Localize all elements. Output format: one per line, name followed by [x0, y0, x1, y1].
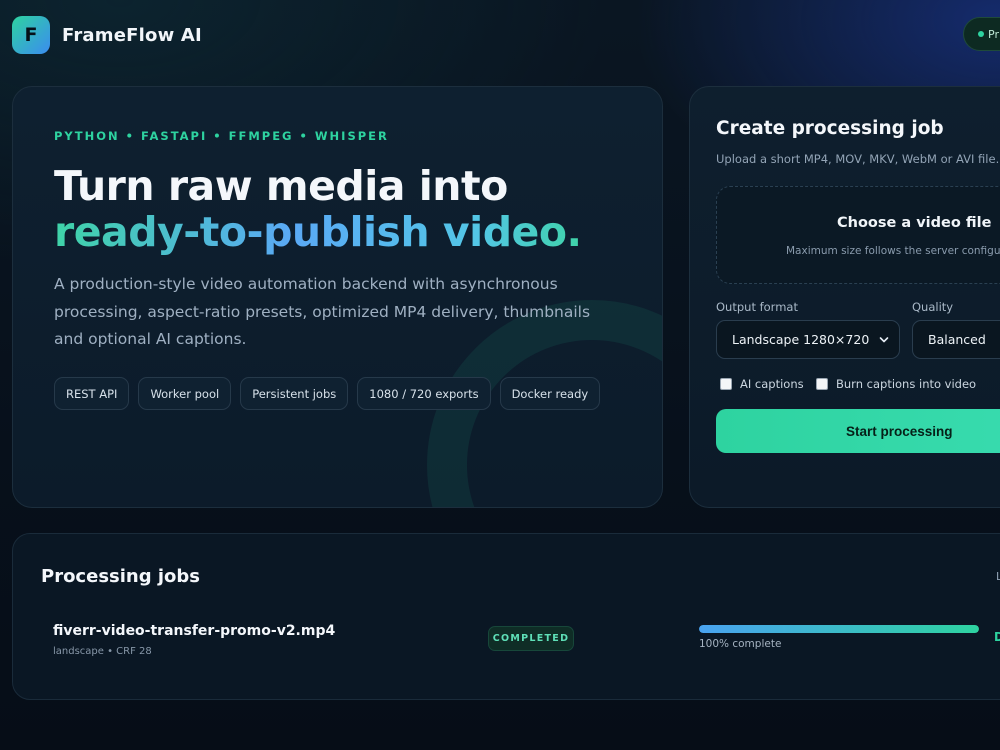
- hero-title: Turn raw media into ready-to-publish vid…: [54, 163, 654, 255]
- chip-worker-pool: Worker pool: [138, 377, 232, 410]
- hero-title-line2: ready-to-publish video.: [54, 208, 582, 256]
- output-format-select[interactable]: Landscape 1280×720: [716, 320, 900, 359]
- chevron-down-icon: [879, 337, 889, 343]
- hero-title-line1: Turn raw media into: [54, 162, 508, 210]
- jobs-more-link[interactable]: L: [996, 570, 1000, 583]
- app-logo-icon: F: [12, 16, 50, 54]
- video-dropzone[interactable]: Choose a video file Maximum size follows…: [716, 186, 1000, 284]
- status-badge: COMPLETED: [488, 626, 574, 651]
- chip-rest-api: REST API: [54, 377, 130, 410]
- burn-captions-checkbox[interactable]: [816, 378, 828, 390]
- dropzone-subtitle: Maximum size follows the server configu: [786, 245, 1000, 257]
- ai-captions-checkbox-row[interactable]: AI captions: [720, 377, 804, 391]
- status-pill: Pr: [963, 17, 1000, 51]
- ai-captions-checkbox[interactable]: [720, 378, 732, 390]
- hero-card: PYTHON • FASTAPI • FFMPEG • WHISPER Turn…: [12, 86, 663, 508]
- status-dot-icon: [978, 31, 984, 37]
- dropzone-title: Choose a video file: [837, 215, 992, 231]
- job-progress-bar: [699, 625, 979, 633]
- chip-persistent-jobs: Persistent jobs: [240, 377, 349, 410]
- output-format-label: Output format: [716, 300, 798, 314]
- output-format-value: Landscape 1280×720: [732, 332, 870, 347]
- chip-docker-ready: Docker ready: [499, 377, 601, 410]
- create-job-subtitle: Upload a short MP4, MOV, MKV, WebM or AV…: [716, 152, 1000, 166]
- ai-captions-label: AI captions: [740, 377, 804, 391]
- job-file-name: fiverr-video-transfer-promo-v2.mp4: [53, 623, 336, 639]
- job-progress-text: 100% complete: [699, 638, 782, 650]
- quality-value: Balanced: [928, 332, 986, 347]
- download-link[interactable]: D: [994, 630, 1000, 644]
- brand-name: FrameFlow AI: [62, 24, 202, 46]
- tech-stack-label: PYTHON • FASTAPI • FFMPEG • WHISPER: [54, 129, 389, 143]
- hero-description: A production-style video automation back…: [54, 275, 591, 348]
- chip-exports: 1080 / 720 exports: [357, 377, 491, 410]
- brand[interactable]: F FrameFlow AI: [12, 16, 202, 54]
- burn-captions-label: Burn captions into video: [836, 377, 977, 391]
- status-text: Pr: [988, 27, 999, 41]
- quality-select[interactable]: Balanced: [912, 320, 1000, 359]
- create-job-title: Create processing job: [716, 118, 944, 139]
- job-progress-fill: [699, 625, 979, 633]
- burn-captions-checkbox-row[interactable]: Burn captions into video: [816, 377, 976, 391]
- start-processing-button[interactable]: Start processing: [716, 409, 1000, 453]
- job-meta: landscape • CRF 28: [53, 646, 152, 657]
- feature-chips: REST API Worker pool Persistent jobs 108…: [54, 377, 601, 410]
- quality-label: Quality: [912, 300, 954, 314]
- processing-jobs-card: Processing jobs L fiverr-video-transfer-…: [12, 533, 1000, 700]
- jobs-title: Processing jobs: [41, 566, 201, 587]
- create-job-card: Create processing job Upload a short MP4…: [689, 86, 1000, 508]
